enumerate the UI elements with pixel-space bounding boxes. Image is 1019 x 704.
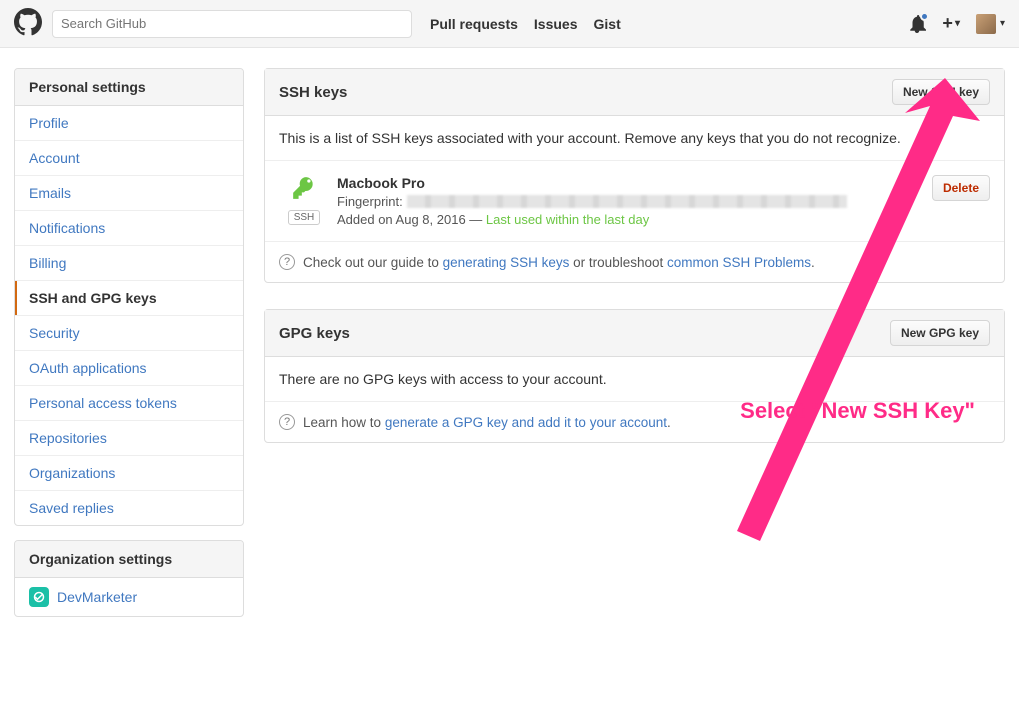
help-icon: ? <box>279 254 295 270</box>
ssh-guide-row: ? Check out our guide to generating SSH … <box>265 242 1004 282</box>
fingerprint-redacted <box>407 195 847 208</box>
github-logo-icon[interactable] <box>14 8 52 39</box>
new-gpg-key-button[interactable]: New GPG key <box>890 320 990 346</box>
organization-settings-menu: Organization settings DevMarketer <box>14 540 244 617</box>
help-icon: ? <box>279 414 295 430</box>
notifications-icon[interactable] <box>908 15 926 33</box>
personal-settings-menu: Personal settings ProfileAccountEmailsNo… <box>14 68 244 526</box>
main-content: SSH keys New SSH key This is a list of S… <box>264 68 1005 469</box>
sidebar-item-ssh-and-gpg-keys[interactable]: SSH and GPG keys <box>15 281 243 316</box>
ssh-keys-title: SSH keys <box>279 84 347 101</box>
organization-settings-header: Organization settings <box>15 541 243 578</box>
sidebar-item-billing[interactable]: Billing <box>15 246 243 281</box>
create-menu[interactable]: +▾ <box>942 13 960 34</box>
ssh-key-row: SSH Macbook Pro Fingerprint: Added on Au… <box>265 161 1004 242</box>
nav-issues[interactable]: Issues <box>534 16 578 32</box>
common-ssh-problems-link[interactable]: common SSH Problems <box>667 255 811 270</box>
sidebar-item-oauth-applications[interactable]: OAuth applications <box>15 351 243 386</box>
ssh-badge: SSH <box>288 210 321 225</box>
org-name: DevMarketer <box>57 589 137 605</box>
search-input[interactable] <box>52 10 412 38</box>
ssh-key-added: Added on Aug 8, 2016 — Last used within … <box>337 212 932 227</box>
generating-ssh-keys-link[interactable]: generating SSH keys <box>443 255 570 270</box>
key-icon <box>291 175 317 204</box>
org-avatar-icon <box>29 587 49 607</box>
delete-ssh-key-button[interactable]: Delete <box>932 175 990 201</box>
sidebar: Personal settings ProfileAccountEmailsNo… <box>14 68 244 631</box>
sidebar-item-profile[interactable]: Profile <box>15 106 243 141</box>
sidebar-item-personal-access-tokens[interactable]: Personal access tokens <box>15 386 243 421</box>
gpg-keys-panel: GPG keys New GPG key There are no GPG ke… <box>264 309 1005 443</box>
topbar: Pull requests Issues Gist +▾ ▾ <box>0 0 1019 48</box>
nav-pull-requests[interactable]: Pull requests <box>430 16 518 32</box>
personal-settings-header: Personal settings <box>15 69 243 106</box>
top-right: +▾ ▾ <box>908 13 1005 34</box>
sidebar-item-repositories[interactable]: Repositories <box>15 421 243 456</box>
sidebar-item-organizations[interactable]: Organizations <box>15 456 243 491</box>
sidebar-item-saved-replies[interactable]: Saved replies <box>15 491 243 525</box>
sidebar-item-emails[interactable]: Emails <box>15 176 243 211</box>
sidebar-item-security[interactable]: Security <box>15 316 243 351</box>
nav-gist[interactable]: Gist <box>594 16 621 32</box>
gpg-guide-row: ? Learn how to generate a GPG key and ad… <box>265 402 1004 442</box>
sidebar-item-notifications[interactable]: Notifications <box>15 211 243 246</box>
org-devmarketer[interactable]: DevMarketer <box>15 578 243 616</box>
gpg-keys-title: GPG keys <box>279 325 350 342</box>
ssh-keys-panel: SSH keys New SSH key This is a list of S… <box>264 68 1005 283</box>
avatar-icon <box>976 14 996 34</box>
sidebar-item-account[interactable]: Account <box>15 141 243 176</box>
top-nav: Pull requests Issues Gist <box>430 16 621 32</box>
generate-gpg-key-link[interactable]: generate a GPG key and add it to your ac… <box>385 415 667 430</box>
ssh-key-fingerprint: Fingerprint: <box>337 194 932 209</box>
new-ssh-key-button[interactable]: New SSH key <box>892 79 990 105</box>
gpg-keys-empty: There are no GPG keys with access to you… <box>265 357 1004 402</box>
notification-dot <box>920 12 929 21</box>
ssh-keys-intro: This is a list of SSH keys associated wi… <box>265 116 1004 161</box>
ssh-key-title: Macbook Pro <box>337 175 932 191</box>
user-menu[interactable]: ▾ <box>976 14 1005 34</box>
